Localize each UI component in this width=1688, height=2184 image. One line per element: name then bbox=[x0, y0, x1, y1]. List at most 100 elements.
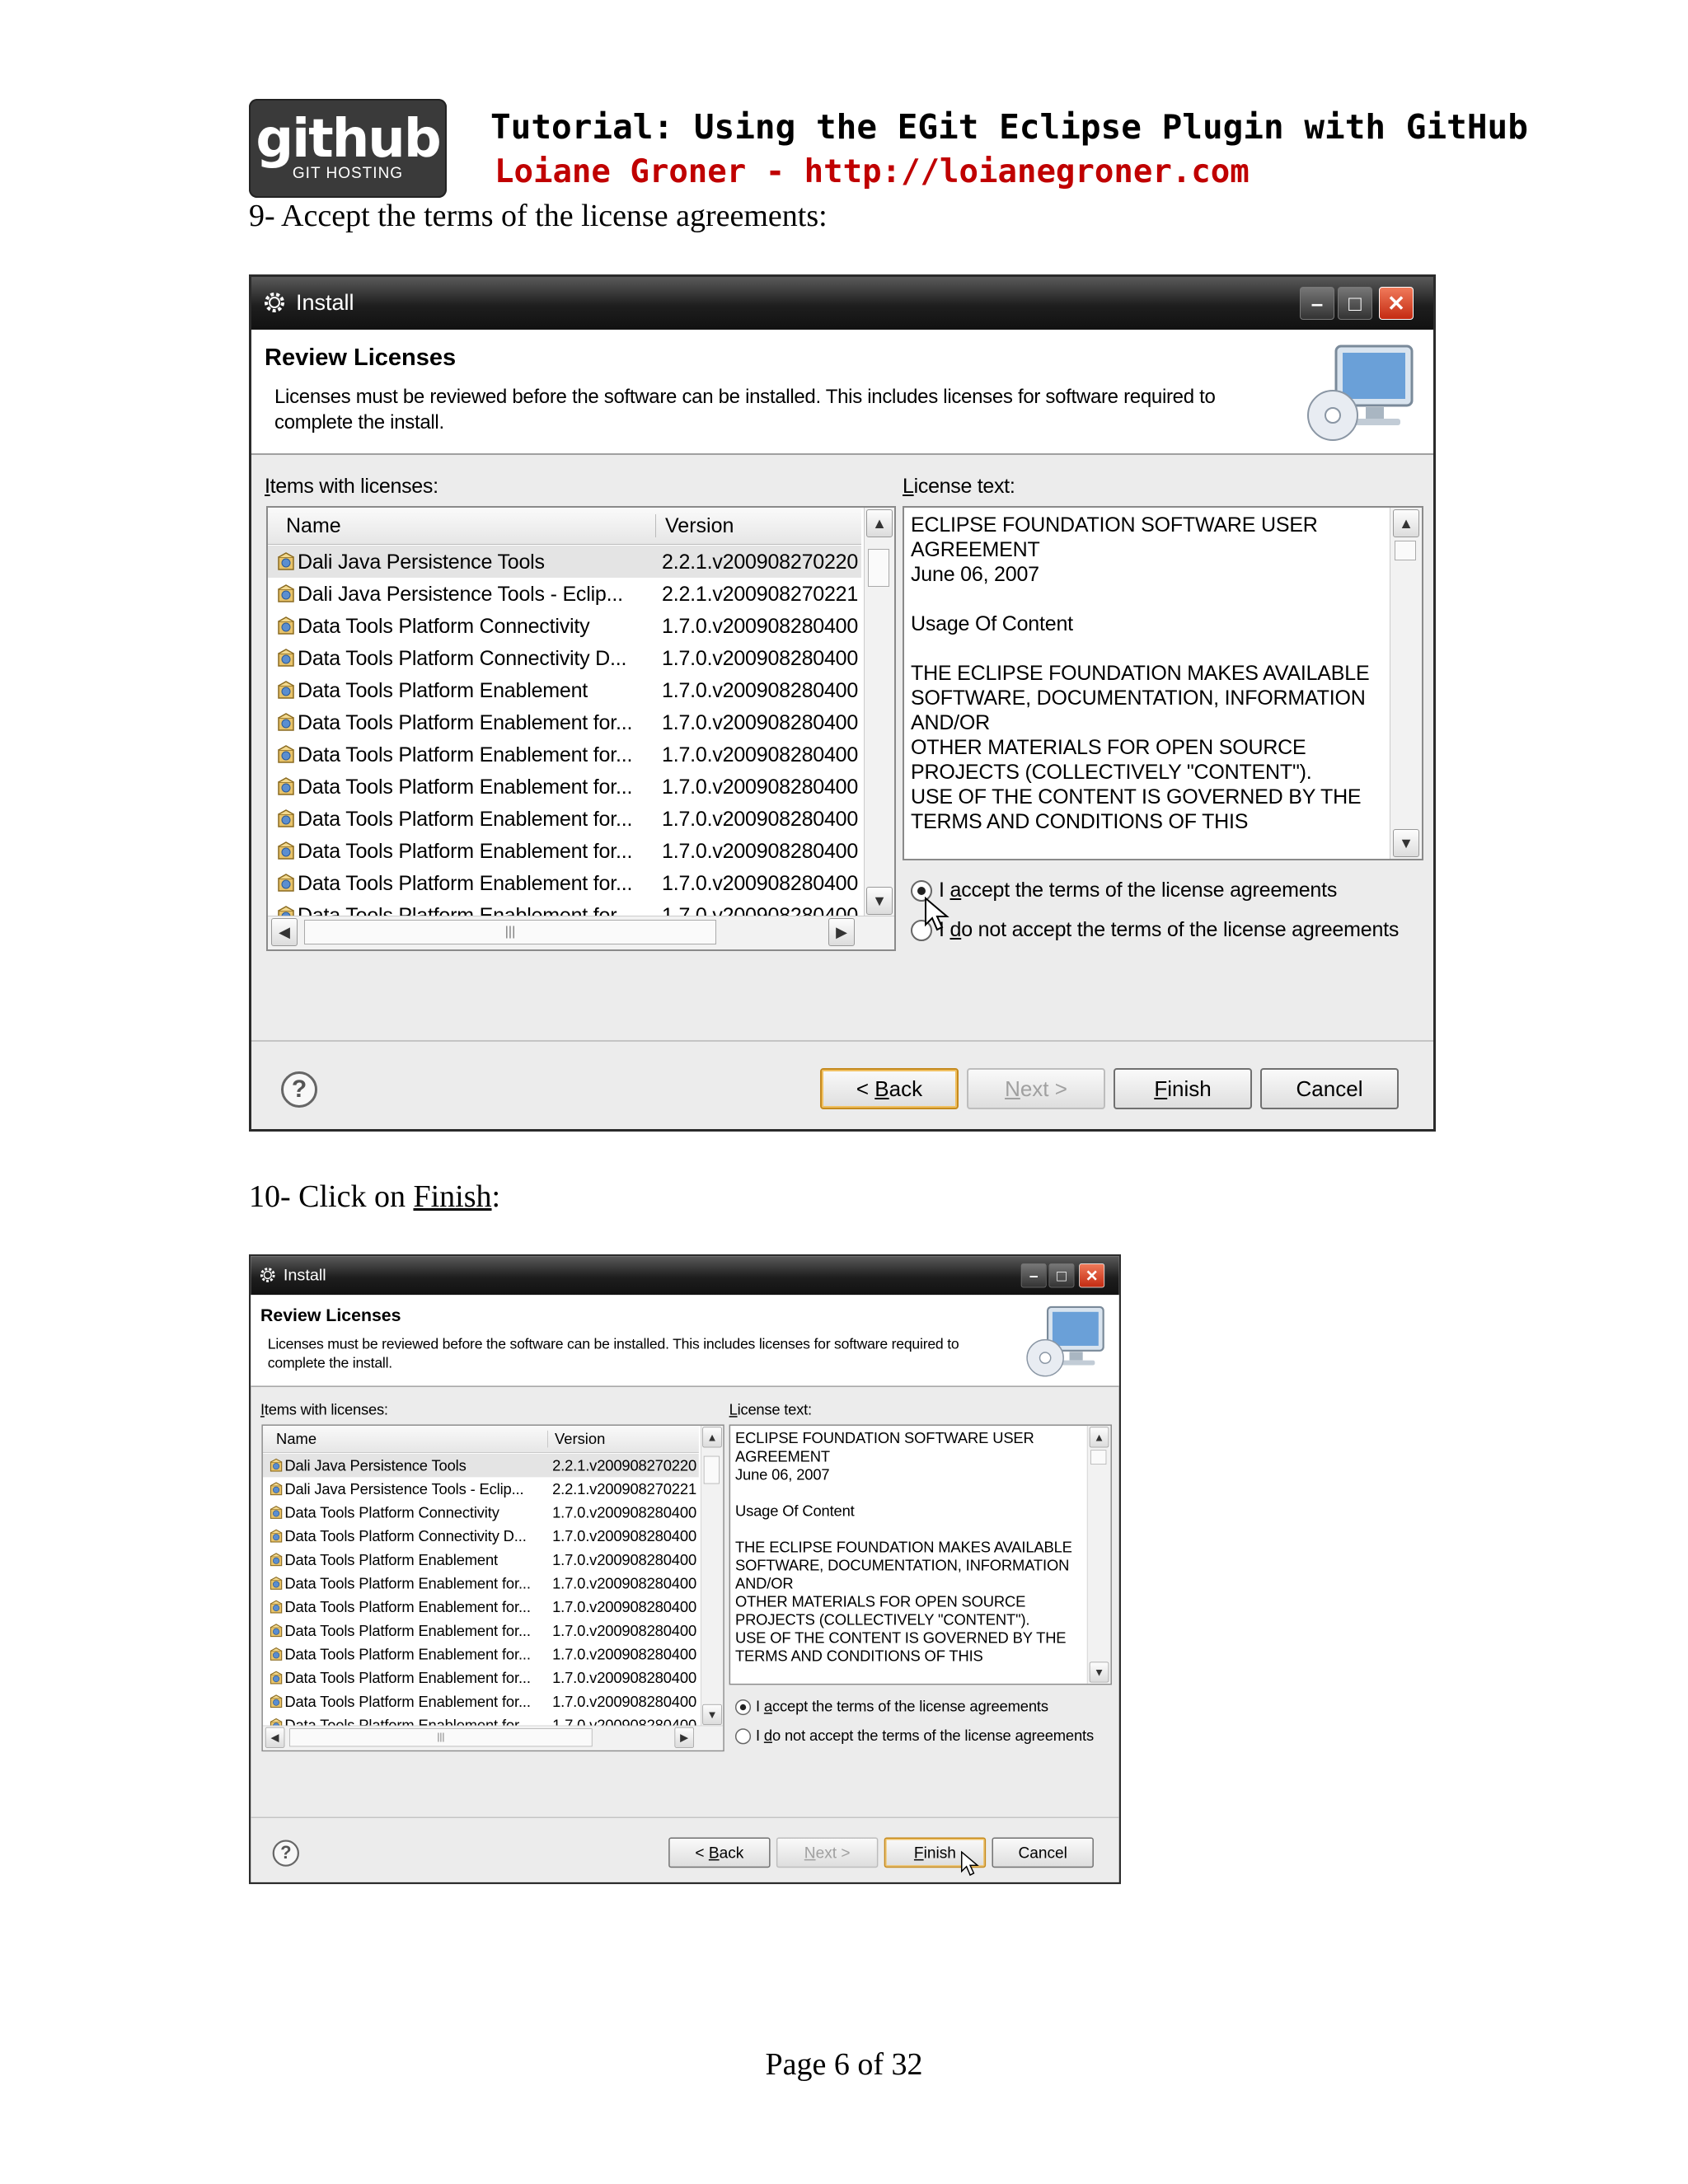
column-divider[interactable] bbox=[655, 514, 656, 537]
cancel-button[interactable]: Cancel bbox=[1260, 1068, 1399, 1109]
table-row[interactable]: Data Tools Platform Connectivity 1.7.0.v2… bbox=[263, 1501, 699, 1525]
page-description: Licenses must be reviewed before the sof… bbox=[267, 1336, 959, 1371]
back-button[interactable]: < Back bbox=[668, 1837, 771, 1868]
row-version: 1.7.0.v200908280400 bbox=[552, 1504, 697, 1522]
maximize-button[interactable]: □ bbox=[1338, 287, 1372, 320]
table-row[interactable]: Data Tools Platform Connectivity 1.7.0.v2… bbox=[268, 610, 861, 642]
minimize-button[interactable]: – bbox=[1300, 287, 1334, 320]
page-title: Review Licenses bbox=[265, 344, 457, 371]
scroll-down-arrow-icon[interactable]: ▼ bbox=[866, 887, 893, 915]
back-button[interactable]: < Back bbox=[820, 1068, 959, 1109]
column-header-name[interactable]: Name bbox=[276, 1431, 316, 1448]
decline-license-radio[interactable]: I do not accept the terms of the license… bbox=[734, 1727, 1094, 1745]
document-title: Tutorial: Using the EGit Eclipse Plugin … bbox=[490, 107, 1528, 147]
horizontal-scroll-thumb[interactable]: ||| bbox=[289, 1728, 593, 1747]
table-row[interactable]: Data Tools Platform Enablement for... 1.7… bbox=[263, 1713, 699, 1727]
feature-package-icon bbox=[276, 615, 298, 636]
table-row[interactable]: Data Tools Platform Enablement 1.7.0.v200… bbox=[268, 674, 861, 706]
computer-cd-icon bbox=[1026, 1305, 1104, 1377]
accept-license-radio[interactable]: I accept the terms of the license agreem… bbox=[734, 1699, 1048, 1716]
scroll-down-arrow-icon[interactable]: ▼ bbox=[1393, 829, 1419, 857]
scroll-left-arrow-icon[interactable]: ◀ bbox=[271, 918, 298, 946]
decline-license-radio[interactable]: I do not accept the terms of the license… bbox=[911, 918, 1399, 942]
next-button[interactable]: Next > bbox=[967, 1068, 1105, 1109]
column-divider[interactable] bbox=[547, 1430, 548, 1448]
table-row[interactable]: Data Tools Platform Enablement 1.7.0.v200… bbox=[263, 1548, 699, 1572]
table-row[interactable]: Dali Java Persistence Tools 2.2.1.v200908… bbox=[262, 1453, 699, 1478]
items-table[interactable]: Name Version Dali Java Persistence Tools… bbox=[261, 1424, 724, 1752]
table-row[interactable]: Data Tools Platform Enablement for... 1.7… bbox=[268, 706, 861, 738]
help-icon[interactable]: ? bbox=[281, 1071, 317, 1108]
table-row[interactable]: Data Tools Platform Enablement for... 1.7… bbox=[263, 1572, 699, 1596]
license-text-area[interactable]: ECLIPSE FOUNDATION SOFTWARE USER AGREEME… bbox=[903, 506, 1423, 860]
scroll-up-arrow-icon[interactable]: ▲ bbox=[1089, 1427, 1109, 1448]
feature-package-icon bbox=[276, 583, 298, 604]
column-header-version[interactable]: Version bbox=[555, 1431, 605, 1448]
radio-accept-indicator[interactable] bbox=[734, 1699, 752, 1716]
table-horizontal-scrollbar[interactable]: ◀ ||| ▶ bbox=[262, 1725, 724, 1750]
table-row[interactable]: Data Tools Platform Connectivity D... 1.7… bbox=[268, 642, 861, 674]
scroll-thumb[interactable] bbox=[868, 549, 889, 587]
license-scrollbar[interactable]: ▲ ▼ bbox=[1390, 508, 1422, 859]
horizontal-scroll-thumb[interactable]: ||| bbox=[304, 920, 716, 944]
table-vertical-scrollbar[interactable]: ▲ ▼ bbox=[864, 508, 894, 916]
page-footer: Page 6 of 32 bbox=[765, 2047, 923, 2082]
close-button[interactable]: ✕ bbox=[1079, 1263, 1105, 1288]
license-text-label: License text: bbox=[729, 1401, 812, 1419]
scroll-down-arrow-icon[interactable]: ▼ bbox=[1089, 1661, 1109, 1683]
scroll-down-arrow-icon[interactable]: ▼ bbox=[702, 1704, 722, 1725]
help-icon[interactable]: ? bbox=[272, 1840, 299, 1867]
row-name: Data Tools Platform Enablement for... bbox=[298, 808, 633, 831]
scroll-thumb[interactable] bbox=[1090, 1450, 1107, 1465]
table-row[interactable]: Data Tools Platform Enablement for... 1.7… bbox=[263, 1619, 699, 1643]
row-name: Data Tools Platform Enablement for... bbox=[298, 904, 633, 916]
feature-package-icon bbox=[276, 776, 298, 797]
scroll-right-arrow-icon[interactable]: ▶ bbox=[674, 1727, 695, 1748]
cancel-button[interactable]: Cancel bbox=[992, 1837, 1094, 1868]
scroll-up-arrow-icon[interactable]: ▲ bbox=[866, 509, 893, 537]
maximize-button[interactable]: □ bbox=[1048, 1263, 1075, 1288]
scroll-left-arrow-icon[interactable]: ◀ bbox=[265, 1727, 285, 1748]
scroll-right-arrow-icon[interactable]: ▶ bbox=[828, 918, 855, 946]
feature-package-icon bbox=[276, 743, 298, 765]
license-scrollbar[interactable]: ▲ ▼ bbox=[1086, 1425, 1111, 1684]
table-row[interactable]: Data Tools Platform Enablement for... 1.7… bbox=[268, 899, 861, 916]
items-table[interactable]: Name Version Dali Java Persistence Tools… bbox=[266, 506, 896, 951]
next-button[interactable]: Next > bbox=[776, 1837, 879, 1868]
table-row[interactable]: Data Tools Platform Enablement for... 1.7… bbox=[263, 1690, 699, 1713]
scroll-up-arrow-icon[interactable]: ▲ bbox=[1393, 509, 1419, 537]
column-header-version[interactable]: Version bbox=[665, 514, 734, 538]
wizard-header: Review Licenses Licenses must be reviewe… bbox=[251, 330, 1433, 455]
table-rows: Dali Java Persistence Tools 2.2.1.v200908… bbox=[268, 546, 861, 916]
table-vertical-scrollbar[interactable]: ▲ ▼ bbox=[701, 1425, 724, 1727]
row-name: Dali Java Persistence Tools bbox=[298, 551, 545, 574]
table-row[interactable]: Data Tools Platform Enablement for... 1.7… bbox=[263, 1666, 699, 1690]
table-row[interactable]: Data Tools Platform Enablement for... 1.7… bbox=[268, 835, 861, 867]
button-bar-divider bbox=[251, 1040, 1433, 1042]
accept-license-radio[interactable]: I accept the terms of the license agreem… bbox=[911, 879, 1337, 902]
wizard-header: Review Licenses Licenses must be reviewe… bbox=[251, 1295, 1119, 1387]
table-row[interactable]: Dali Java Persistence Tools 2.2.1.v200908… bbox=[268, 546, 861, 578]
table-row[interactable]: Data Tools Platform Enablement for... 1.7… bbox=[263, 1596, 699, 1619]
table-row[interactable]: Data Tools Platform Enablement for... 1.7… bbox=[268, 867, 861, 899]
table-row[interactable]: Data Tools Platform Enablement for... 1.7… bbox=[268, 803, 861, 835]
scroll-thumb[interactable] bbox=[703, 1455, 720, 1484]
table-row[interactable]: Data Tools Platform Enablement for... 1.7… bbox=[268, 738, 861, 771]
table-row[interactable]: Data Tools Platform Enablement for... 1.7… bbox=[263, 1643, 699, 1666]
scroll-thumb[interactable] bbox=[1395, 541, 1416, 560]
table-row[interactable]: Dali Java Persistence Tools - Eclip... 2.… bbox=[263, 1477, 699, 1501]
table-horizontal-scrollbar[interactable]: ◀ ||| ▶ bbox=[268, 916, 894, 949]
row-version: 1.7.0.v200908280400 bbox=[662, 679, 859, 702]
scroll-up-arrow-icon[interactable]: ▲ bbox=[702, 1427, 722, 1448]
table-row[interactable]: Data Tools Platform Connectivity D... 1.7… bbox=[263, 1525, 699, 1549]
close-button[interactable]: ✕ bbox=[1379, 287, 1414, 320]
table-row[interactable]: Data Tools Platform Enablement for... 1.7… bbox=[268, 771, 861, 803]
finish-button[interactable]: Finish bbox=[1114, 1068, 1252, 1109]
license-text-area[interactable]: ECLIPSE FOUNDATION SOFTWARE USER AGREEME… bbox=[729, 1424, 1112, 1685]
row-version: 1.7.0.v200908280400 bbox=[662, 808, 859, 831]
column-header-name[interactable]: Name bbox=[286, 514, 341, 538]
table-row[interactable]: Dali Java Persistence Tools - Eclip... 2.… bbox=[268, 578, 861, 610]
radio-decline-indicator[interactable] bbox=[734, 1728, 752, 1745]
minimize-button[interactable]: – bbox=[1020, 1263, 1047, 1288]
row-name: Data Tools Platform Enablement for... bbox=[284, 1670, 531, 1687]
